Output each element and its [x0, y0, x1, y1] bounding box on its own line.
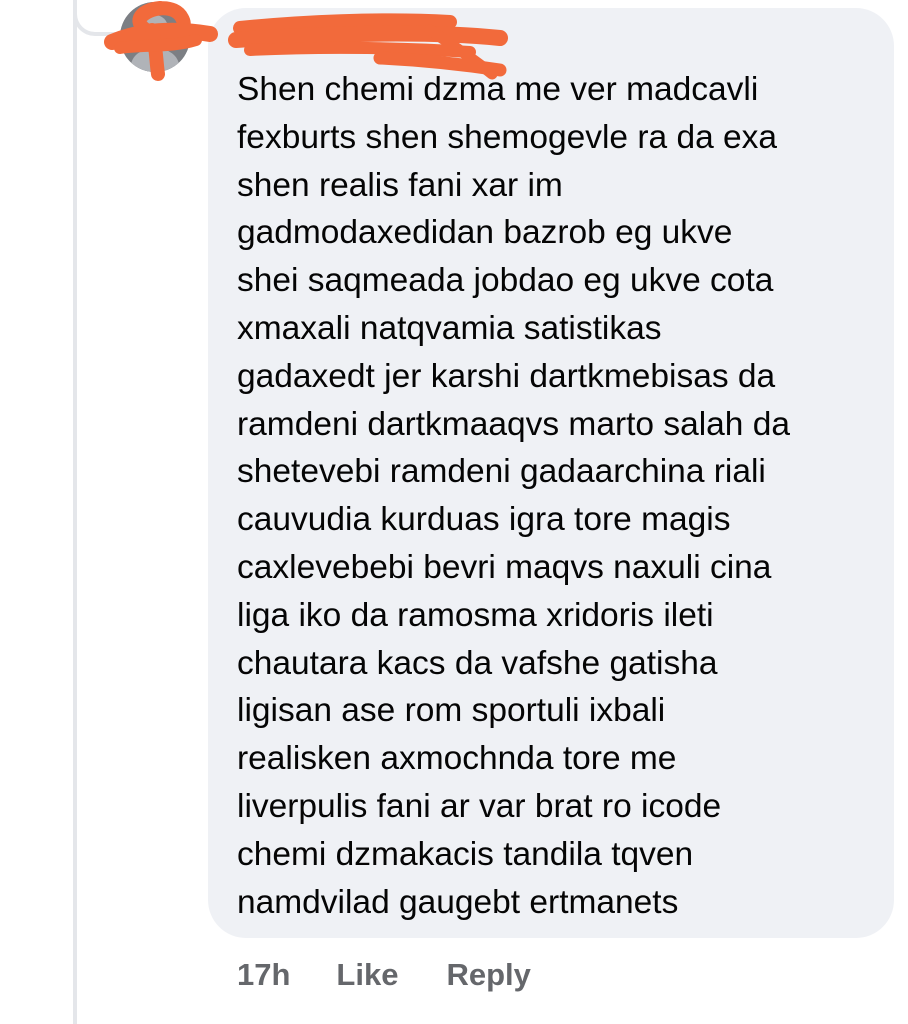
comment-text-line: caxlevebebi bevri maqvs naxuli cina: [237, 548, 772, 586]
comment-text-line: gadmodaxedidan bazrob eg ukve: [237, 214, 733, 252]
comment-text-line: liga iko da ramosma xridoris ileti: [237, 596, 714, 634]
comment-text-line: shen realis fani xar im: [237, 166, 563, 204]
reply-button[interactable]: Reply: [446, 957, 530, 993]
avatar-icon: [120, 2, 190, 72]
comment-text-line: shei saqmeada jobdao eg ukve cota: [237, 262, 774, 300]
comment-actions: 17h Like Reply: [237, 953, 531, 997]
comment-page: Shen chemi dzma me ver madcavli fexburts…: [0, 0, 908, 1024]
thread-connector-line: [73, 0, 77, 1024]
comment-text: Shen chemi dzma me ver madcavli fexburts…: [237, 66, 877, 926]
comment-text-line: Shen chemi dzma me ver madcavli: [237, 71, 759, 108]
comment-text-line: namdvilad gaugebt ertmanets: [237, 883, 679, 921]
comment-text-line: gadaxedt jer karshi dartkmebisas da: [237, 357, 776, 395]
like-button[interactable]: Like: [336, 957, 398, 993]
comment-text-line: ramdeni dartkmaaqvs marto salah da: [237, 405, 791, 443]
commenter-avatar[interactable]: [120, 2, 190, 72]
comment-text-line: xmaxali natqvamia satistikas: [237, 309, 662, 347]
comment-timestamp[interactable]: 17h: [237, 957, 290, 993]
comment-text-line: liverpulis fani ar var brat ro icode: [237, 787, 722, 825]
comment-text-line: cauvudia kurduas igra tore magis: [237, 501, 731, 539]
comment-text-line: shetevebi ramdeni gadaarchina riali: [237, 453, 766, 491]
comment-text-line: ligisan ase rom sportuli ixbali: [237, 692, 666, 730]
comment-text-line: fexburts shen shemogevle ra da exa: [237, 118, 778, 156]
comment-text-line: chemi dzmakacis tandila tqven: [237, 835, 694, 873]
comment-text-line: realisken axmochnda tore me: [237, 740, 677, 778]
comment-text-line: chautara kacs da vafshe gatisha: [237, 644, 718, 682]
